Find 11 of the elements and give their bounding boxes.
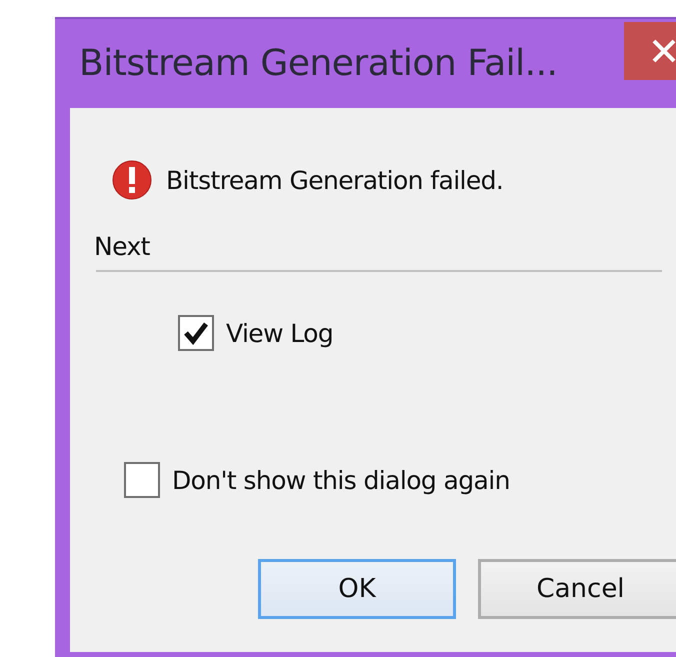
close-icon — [651, 38, 676, 64]
error-message: Bitstream Generation failed. — [166, 166, 504, 194]
window-title: Bitstream Generation Fail... — [79, 43, 558, 84]
dialog-button[interactable]: OK — [258, 559, 456, 619]
error-icon — [112, 160, 152, 200]
checkbox-label[interactable]: View Log — [226, 318, 334, 348]
section-heading: Next — [94, 232, 150, 261]
checkbox[interactable] — [124, 462, 160, 498]
checkbox[interactable] — [178, 315, 214, 351]
dialog-button[interactable]: Cancel — [478, 559, 676, 619]
checkbox-label[interactable]: Don't show this dialog again — [172, 466, 510, 494]
